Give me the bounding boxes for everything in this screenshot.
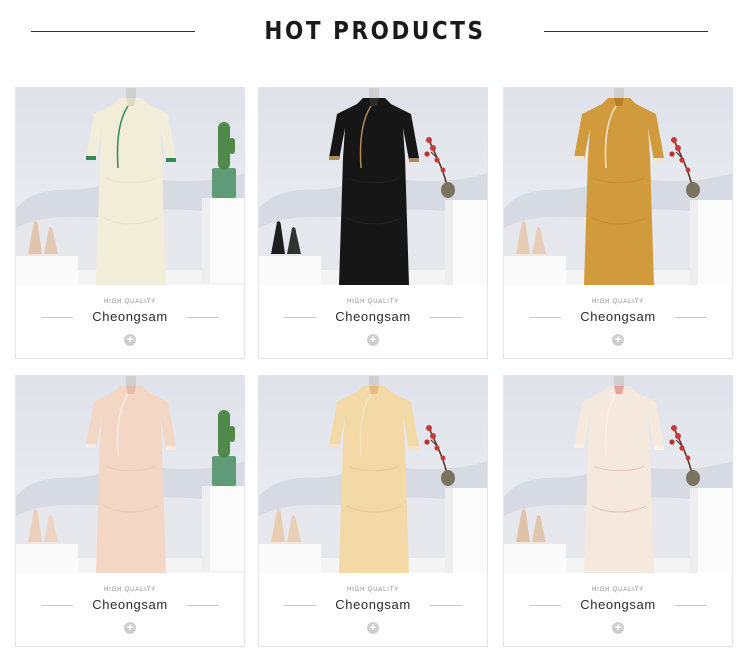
product-caption: HIGH QUALITY Cheongsam + xyxy=(16,285,244,358)
cheongsam-dress-icon xyxy=(329,376,419,573)
product-quality-label: HIGH QUALITY xyxy=(347,299,399,305)
plus-icon[interactable]: + xyxy=(612,622,624,634)
product-image[interactable] xyxy=(259,88,487,285)
product-image[interactable] xyxy=(259,376,487,573)
product-card[interactable]: HIGH QUALITY Cheongsam + xyxy=(503,375,733,647)
header-divider-right xyxy=(544,31,708,32)
cheongsam-dress-icon xyxy=(574,88,664,285)
product-card[interactable]: HIGH QUALITY Cheongsam + xyxy=(258,375,488,647)
product-quality-label: HIGH QUALITY xyxy=(347,587,399,593)
product-quality-label: HIGH QUALITY xyxy=(592,299,644,305)
product-card[interactable]: HIGH QUALITY Cheongsam + xyxy=(503,87,733,359)
product-caption: HIGH QUALITY Cheongsam + xyxy=(504,285,732,358)
product-image[interactable] xyxy=(16,376,244,573)
product-image[interactable] xyxy=(16,88,244,285)
cheongsam-dress-icon xyxy=(574,376,664,573)
plus-icon[interactable]: + xyxy=(124,622,136,634)
caption-divider-right xyxy=(187,317,219,318)
caption-divider-right xyxy=(430,605,462,606)
cheongsam-dress-icon xyxy=(86,88,176,285)
caption-divider-right xyxy=(675,605,707,606)
product-quality-label: HIGH QUALITY xyxy=(104,299,156,305)
product-quality-label: HIGH QUALITY xyxy=(592,587,644,593)
cheongsam-dress-icon xyxy=(86,376,176,573)
product-image[interactable] xyxy=(504,376,732,573)
product-quality-label: HIGH QUALITY xyxy=(104,587,156,593)
product-card[interactable]: HIGH QUALITY Cheongsam + xyxy=(15,375,245,647)
cheongsam-dress-icon xyxy=(329,88,419,285)
section-header: HOT PRODUCTS xyxy=(0,0,750,70)
product-caption: HIGH QUALITY Cheongsam + xyxy=(16,573,244,646)
product-caption: HIGH QUALITY Cheongsam + xyxy=(259,573,487,646)
plus-icon[interactable]: + xyxy=(612,334,624,346)
plus-icon[interactable]: + xyxy=(124,334,136,346)
plus-icon[interactable]: + xyxy=(367,622,379,634)
product-caption: HIGH QUALITY Cheongsam + xyxy=(259,285,487,358)
product-image[interactable] xyxy=(504,88,732,285)
product-caption: HIGH QUALITY Cheongsam + xyxy=(504,573,732,646)
caption-divider-right xyxy=(187,605,219,606)
caption-divider-right xyxy=(430,317,462,318)
plus-icon[interactable]: + xyxy=(367,334,379,346)
product-card[interactable]: HIGH QUALITY Cheongsam + xyxy=(15,87,245,359)
caption-divider-right xyxy=(675,317,707,318)
product-card[interactable]: HIGH QUALITY Cheongsam + xyxy=(258,87,488,359)
